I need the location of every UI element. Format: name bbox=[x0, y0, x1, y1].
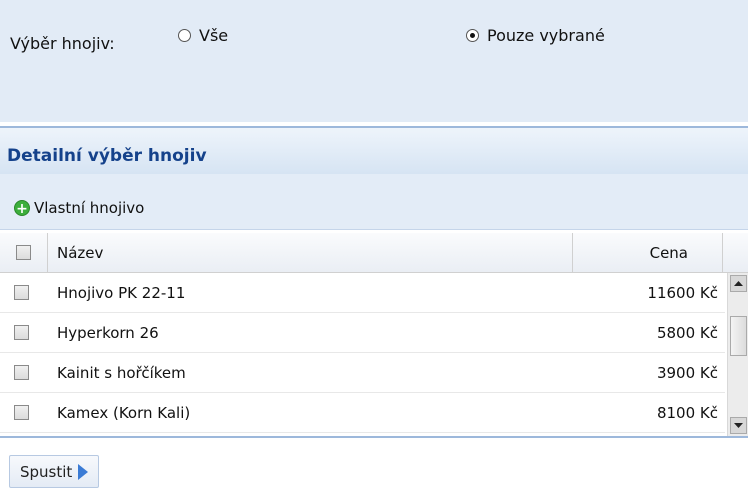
radio-all-label: Vše bbox=[199, 26, 229, 45]
add-custom-fertilizer-button[interactable]: + Vlastní hnojivo bbox=[14, 199, 144, 217]
fertilizer-filter-panel: Výběr hnojiv: Vše Pouze vybrané bbox=[0, 0, 748, 122]
table-row[interactable]: Hnojivo PK 22-11 11600 Kč bbox=[0, 273, 725, 313]
radio-all-circle[interactable] bbox=[178, 29, 191, 42]
table-row[interactable]: Kamex (Korn Kali) 8100 Kč bbox=[0, 393, 725, 433]
row-price: 8100 Kč bbox=[656, 404, 718, 422]
add-circle-icon: + bbox=[14, 200, 30, 217]
radio-all[interactable]: Vše bbox=[178, 26, 228, 45]
row-checkbox[interactable] bbox=[14, 325, 29, 340]
scroll-thumb[interactable] bbox=[730, 316, 747, 356]
run-button-label: Spustit bbox=[20, 462, 73, 481]
row-checkbox[interactable] bbox=[14, 285, 29, 300]
row-price: 5800 Kč bbox=[656, 324, 718, 342]
grid-scrollbar[interactable] bbox=[727, 273, 748, 436]
grid-bottom-border bbox=[0, 436, 748, 438]
table-row[interactable]: Hyperkorn 26 5800 Kč bbox=[0, 313, 725, 353]
chevron-up-icon bbox=[734, 281, 743, 286]
radio-selected-only[interactable]: Pouze vybrané bbox=[466, 26, 605, 45]
chevron-down-icon bbox=[734, 423, 743, 428]
row-price: 3900 Kč bbox=[656, 364, 718, 382]
grid-header: Název Cena bbox=[0, 233, 748, 273]
row-name: Kainit s hořčíkem bbox=[57, 364, 186, 382]
row-price: 11600 Kč bbox=[647, 284, 718, 302]
section-title: Detailní výběr hnojiv bbox=[7, 146, 207, 166]
scroll-up-button[interactable] bbox=[730, 275, 747, 292]
row-checkbox[interactable] bbox=[14, 405, 29, 420]
select-all-checkbox[interactable] bbox=[16, 244, 31, 260]
header-checkbox-cell bbox=[0, 233, 48, 273]
radio-selected-only-circle[interactable] bbox=[466, 29, 479, 42]
row-name: Hyperkorn 26 bbox=[57, 324, 159, 342]
row-checkbox[interactable] bbox=[14, 365, 29, 380]
row-name: Hnojivo PK 22-11 bbox=[57, 284, 186, 302]
radio-selected-only-label: Pouze vybrané bbox=[487, 26, 605, 45]
grid-toolbar: + Vlastní hnojivo bbox=[0, 174, 748, 230]
section-header: Detailní výběr hnojiv bbox=[0, 126, 748, 174]
table-row[interactable]: Kainit s hořčíkem 3900 Kč bbox=[0, 353, 725, 393]
column-header-name[interactable]: Název bbox=[48, 233, 573, 273]
row-name: Kamex (Korn Kali) bbox=[57, 404, 191, 422]
scroll-down-button[interactable] bbox=[730, 417, 747, 434]
filter-label: Výběr hnojiv: bbox=[10, 34, 115, 53]
play-arrow-icon bbox=[78, 463, 89, 480]
run-button[interactable]: Spustit bbox=[9, 455, 100, 488]
column-header-price[interactable]: Cena bbox=[573, 233, 723, 273]
grid-body: Hnojivo PK 22-11 11600 Kč Hyperkorn 26 5… bbox=[0, 273, 748, 436]
add-custom-fertilizer-label: Vlastní hnojivo bbox=[34, 199, 145, 217]
